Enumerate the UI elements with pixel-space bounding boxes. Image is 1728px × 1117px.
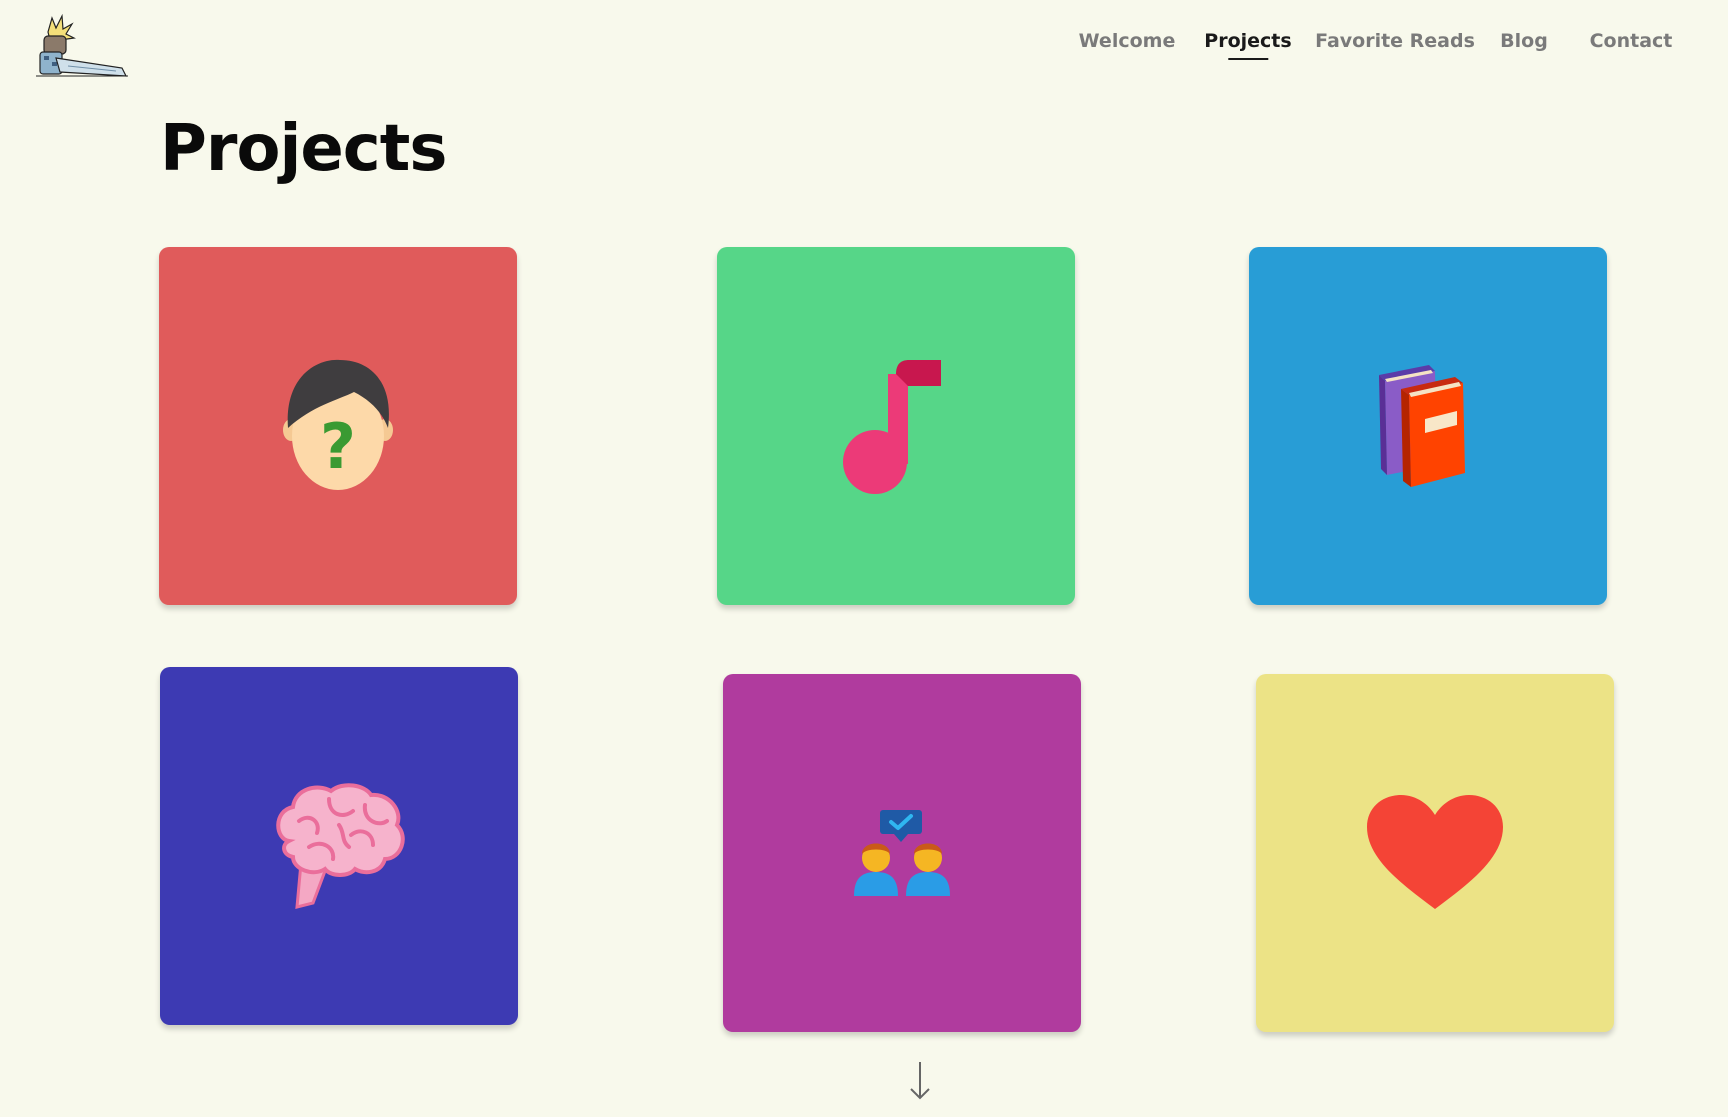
- page-title: Projects: [160, 112, 447, 186]
- project-card[interactable]: [1256, 674, 1614, 1032]
- nav-favorite-reads[interactable]: Favorite Reads: [1315, 30, 1475, 52]
- books-icon: [1379, 365, 1465, 487]
- mystery-person-icon: ?: [283, 359, 393, 490]
- project-card[interactable]: ?: [159, 247, 517, 605]
- project-card[interactable]: [723, 674, 1081, 1032]
- main-nav: Welcome Projects Favorite Reads Blog Con…: [0, 30, 1728, 70]
- arrow-down-icon: [910, 1062, 930, 1100]
- heart-icon: [1367, 795, 1503, 909]
- project-card[interactable]: [717, 247, 1075, 605]
- active-underline: [1228, 58, 1268, 60]
- people-chat-icon: [854, 810, 950, 896]
- nav-contact[interactable]: Contact: [1590, 30, 1673, 52]
- svg-text:?: ?: [320, 410, 356, 483]
- nav-welcome[interactable]: Welcome: [1079, 30, 1176, 52]
- nav-projects-label: Projects: [1204, 30, 1292, 52]
- music-note-icon: [843, 360, 941, 494]
- project-card[interactable]: [1249, 247, 1607, 605]
- project-card[interactable]: [160, 667, 518, 1025]
- nav-blog[interactable]: Blog: [1500, 30, 1548, 52]
- nav-projects[interactable]: Projects: [1204, 30, 1292, 60]
- brain-icon: [276, 783, 405, 909]
- scroll-down-arrow[interactable]: [905, 1060, 935, 1102]
